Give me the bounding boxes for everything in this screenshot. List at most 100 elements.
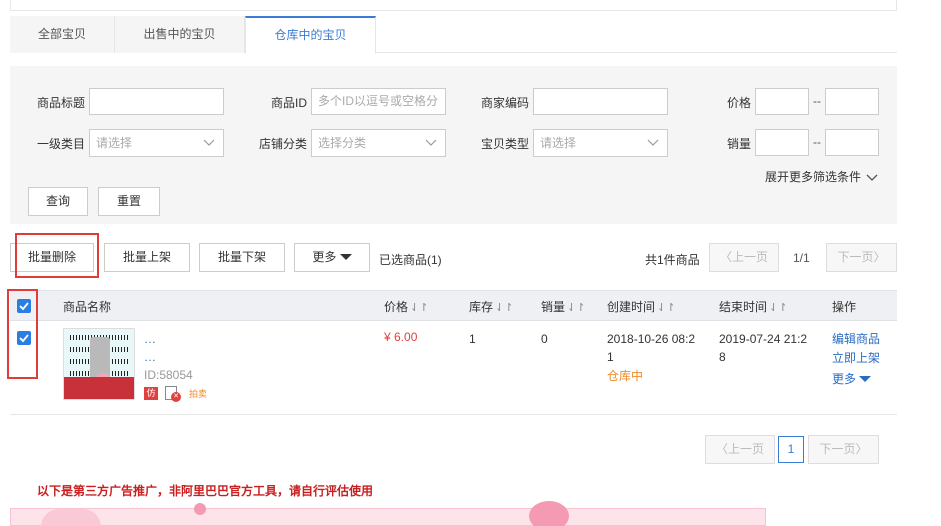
col-sales[interactable]: 销量 ⇃↾ bbox=[541, 298, 585, 315]
chevron-left-icon: 〈 bbox=[715, 442, 728, 456]
decoration bbox=[529, 501, 569, 526]
price-min-input[interactable] bbox=[755, 88, 809, 115]
col-ops: 操作 bbox=[832, 300, 857, 314]
reset-button[interactable]: 重置 bbox=[98, 187, 160, 216]
bottom-next-button[interactable]: 下一页〉 bbox=[808, 435, 879, 464]
page-1-button[interactable]: 1 bbox=[778, 436, 804, 463]
decoration bbox=[41, 509, 101, 526]
chevron-down-icon bbox=[647, 139, 659, 146]
next-page-button[interactable]: 下一页〉 bbox=[826, 243, 897, 272]
status-badge: 仓库中 bbox=[607, 369, 644, 383]
table-header: 商品名称 价格 ⇃↾ 库存 ⇃↾ 销量 ⇃↾ 创建时间 ⇃↾ 结束时间 ⇃↾ 操作 bbox=[10, 290, 897, 321]
col-name: 商品名称 bbox=[63, 300, 112, 314]
chevron-down-icon bbox=[425, 139, 437, 146]
sales-max-input[interactable] bbox=[825, 129, 879, 156]
batch-list-button[interactable]: 批量上架 bbox=[104, 243, 190, 272]
sort-icon: ⇃↾ bbox=[410, 302, 429, 314]
col-price-label: 价格 bbox=[384, 300, 409, 314]
close-circle-icon: ✕ bbox=[171, 392, 181, 402]
chevron-left-icon: 〈 bbox=[719, 250, 732, 264]
imitation-badge: 仿 bbox=[144, 387, 158, 400]
chevron-down-icon bbox=[866, 174, 878, 181]
batch-delist-button[interactable]: 批量下架 bbox=[199, 243, 285, 272]
bottom-prev-label: 上一页 bbox=[728, 442, 765, 456]
product-stock: 1 bbox=[469, 332, 476, 346]
more-ops-link[interactable]: 更多 bbox=[832, 370, 872, 387]
sort-icon: ⇃↾ bbox=[495, 302, 514, 314]
expand-filters-label: 展开更多筛选条件 bbox=[765, 170, 862, 184]
query-button[interactable]: 查询 bbox=[28, 187, 88, 216]
col-end[interactable]: 结束时间 ⇃↾ bbox=[719, 298, 787, 315]
price-range-sep: -- bbox=[813, 94, 821, 108]
code-input[interactable] bbox=[533, 88, 668, 115]
sort-icon: ⇃↾ bbox=[567, 302, 586, 314]
ad-banner[interactable] bbox=[10, 501, 766, 526]
caret-down-icon bbox=[859, 376, 872, 382]
tab-warehouse[interactable]: 仓库中的宝贝 bbox=[245, 16, 376, 54]
end-time-line2: 8 bbox=[719, 350, 726, 364]
auction-badge: 拍卖 bbox=[189, 389, 208, 399]
sort-icon: ⇃↾ bbox=[769, 302, 788, 314]
product-thumbnail[interactable] bbox=[63, 328, 135, 400]
decoration bbox=[194, 503, 206, 515]
category-label: 一级类目 bbox=[37, 137, 86, 151]
highlight-box bbox=[7, 289, 38, 379]
shop-cat-value: 选择分类 bbox=[318, 136, 367, 150]
id-label: 商品ID bbox=[271, 96, 308, 110]
id-input[interactable]: 多个ID以逗号或空格分 bbox=[311, 88, 446, 115]
type-select[interactable]: 请选择 bbox=[533, 129, 668, 157]
sales-range-sep: -- bbox=[813, 135, 821, 149]
more-actions-label: 更多 bbox=[312, 250, 337, 264]
col-stock-label: 库存 bbox=[469, 300, 494, 314]
edit-product-link[interactable]: 编辑商品 bbox=[832, 330, 880, 347]
ad-notice: 以下是第三方广告推广，非阿里巴巴官方工具，请自行评估使用 bbox=[37, 484, 374, 498]
table-row: … … ID:58054 仿 ✕ 拍卖 ¥ 6.00 1 0 2018-10-2… bbox=[10, 321, 897, 415]
chevron-down-icon bbox=[203, 139, 215, 146]
product-price: ¥ 6.00 bbox=[384, 330, 418, 344]
chevron-right-icon: 〉 bbox=[855, 442, 868, 456]
type-value: 请选择 bbox=[540, 136, 577, 150]
top-panel-edge bbox=[10, 0, 897, 11]
sort-icon: ⇃↾ bbox=[657, 302, 676, 314]
page-indicator: 1/1 bbox=[793, 251, 810, 265]
product-id: ID:58054 bbox=[144, 368, 193, 382]
tab-on-sale[interactable]: 出售中的宝贝 bbox=[115, 16, 245, 53]
thumbnail-banner bbox=[64, 377, 134, 399]
col-created-label: 创建时间 bbox=[607, 300, 656, 314]
price-label: 价格 bbox=[727, 96, 752, 110]
product-sales: 0 bbox=[541, 332, 548, 346]
end-time: 2019-07-24 21:2 8 bbox=[719, 330, 807, 366]
prev-page-button[interactable]: 〈上一页 bbox=[709, 243, 779, 272]
caret-down-icon bbox=[339, 254, 352, 260]
category-select[interactable]: 请选择 bbox=[89, 129, 224, 157]
end-time-line1: 2019-07-24 21:2 bbox=[719, 332, 808, 346]
chevron-right-icon: 〉 bbox=[873, 250, 886, 264]
col-end-label: 结束时间 bbox=[719, 300, 768, 314]
tab-bar: 全部宝贝 出售中的宝贝 仓库中的宝贝 bbox=[10, 16, 897, 54]
col-sales-label: 销量 bbox=[541, 300, 566, 314]
bottom-next-label: 下一页 bbox=[819, 442, 856, 456]
col-price[interactable]: 价格 ⇃↾ bbox=[384, 298, 428, 315]
tab-all[interactable]: 全部宝贝 bbox=[10, 16, 115, 53]
title-input[interactable] bbox=[89, 88, 224, 115]
sales-min-input[interactable] bbox=[755, 129, 809, 156]
list-now-link[interactable]: 立即上架 bbox=[832, 349, 880, 366]
type-label: 宝贝类型 bbox=[481, 137, 530, 151]
col-created[interactable]: 创建时间 ⇃↾ bbox=[607, 298, 675, 315]
code-label: 商家编码 bbox=[481, 96, 530, 110]
price-max-input[interactable] bbox=[825, 88, 879, 115]
bottom-prev-button[interactable]: 〈上一页 bbox=[705, 435, 775, 464]
category-value: 请选择 bbox=[96, 136, 133, 150]
expand-filters-link[interactable]: 展开更多筛选条件 bbox=[765, 168, 878, 185]
selected-count: 已选商品(1) bbox=[379, 253, 442, 267]
more-actions-button[interactable]: 更多 bbox=[294, 243, 370, 272]
shop-cat-label: 店铺分类 bbox=[259, 137, 308, 151]
col-stock[interactable]: 库存 ⇃↾ bbox=[469, 298, 513, 315]
highlight-box bbox=[15, 233, 99, 278]
created-time-line1: 2018-10-26 08:2 bbox=[607, 332, 696, 346]
blurred-overlay bbox=[160, 329, 360, 367]
total-count: 共1件商品 bbox=[645, 253, 700, 267]
sales-label: 销量 bbox=[727, 137, 752, 151]
shop-cat-select[interactable]: 选择分类 bbox=[311, 129, 446, 157]
more-ops-label: 更多 bbox=[832, 372, 857, 386]
